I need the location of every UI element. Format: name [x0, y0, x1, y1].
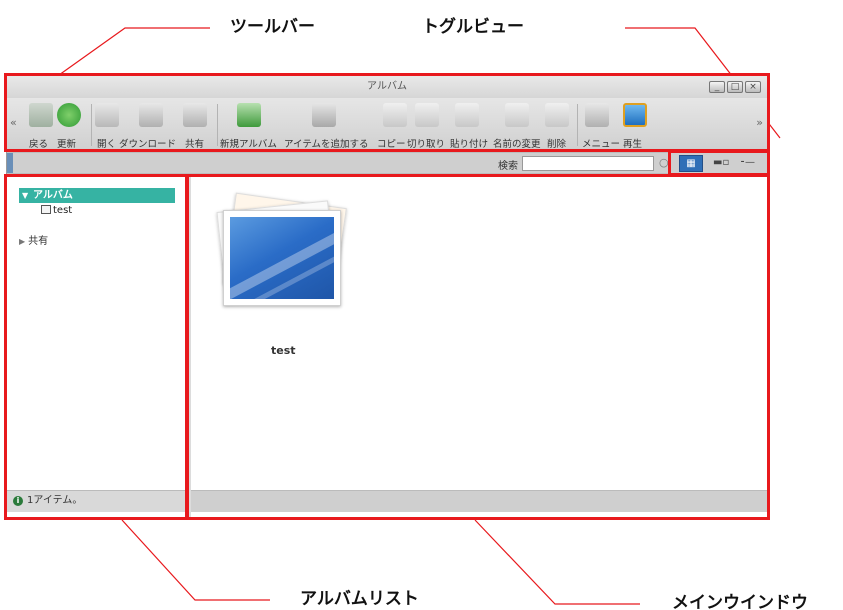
callout-toggle-view: トグルビュー — [422, 17, 524, 37]
search-label: 検索 — [498, 161, 518, 172]
callout-toolbar: ツールバー — [230, 17, 315, 37]
search-bar: 検索 ○ ▦ ▬▫ ⁃— — [7, 152, 767, 174]
album-list-highlight — [4, 174, 188, 520]
callout-album-list: アルバムリスト — [300, 589, 419, 609]
callout-main-window: メインウインドウ — [672, 593, 808, 610]
accent-stripe — [7, 153, 13, 173]
toggle-view-highlight — [668, 150, 770, 176]
toolbar-highlight — [4, 73, 770, 152]
main-window-highlight — [186, 174, 770, 520]
search-input[interactable] — [522, 156, 654, 171]
